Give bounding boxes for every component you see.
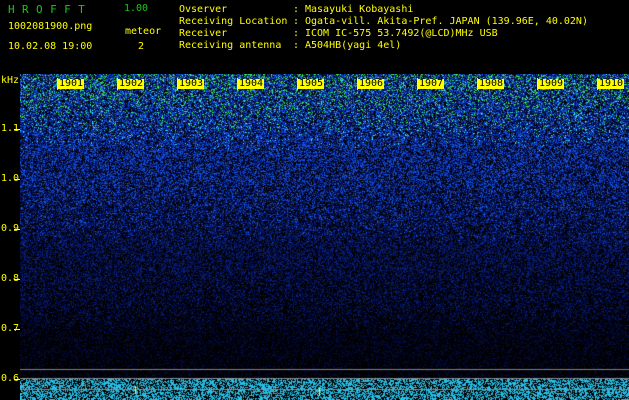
x-tick-label: 1905 — [298, 78, 325, 89]
y-tick-mark — [14, 179, 20, 180]
x-tick-label: 1907 — [418, 78, 445, 89]
x-tick-label: 1903 — [178, 78, 205, 89]
y-tick-mark — [14, 329, 20, 330]
location-label: Receiving Location — [179, 16, 288, 27]
x-tick-label: 1902 — [118, 78, 145, 89]
spectrogram-canvas — [20, 74, 629, 400]
y-tick-mark — [14, 129, 20, 130]
app-version: 1.00 — [124, 3, 149, 14]
antenna-colon: : — [293, 40, 300, 51]
antenna-label: Receiving antenna — [179, 40, 282, 51]
x-tick-label: 1909 — [538, 78, 565, 89]
x-tick-label: 1906 — [358, 78, 385, 89]
y-tick-mark — [14, 279, 20, 280]
receiver-colon: : — [293, 28, 300, 39]
observer-label: Ovserver — [179, 4, 228, 15]
x-tick-label: 1908 — [478, 78, 505, 89]
datetime-label: 10.02.08 19:00 — [8, 41, 93, 52]
y-tick-mark — [14, 229, 20, 230]
observer-value: Masayuki Kobayashi — [305, 4, 414, 15]
app-title: HROFFT — [8, 3, 93, 16]
x-tick-label: 1910 — [598, 78, 625, 89]
observer-colon: : — [293, 4, 300, 15]
meteor-label: meteor — [125, 26, 162, 37]
location-value: Ogata-vill. Akita-Pref. JAPAN (139.96E, … — [305, 16, 588, 27]
receiver-label: Receiver — [179, 28, 228, 39]
meteor-count: 2 — [138, 41, 145, 52]
y-tick-mark — [14, 379, 20, 380]
x-tick-label: 1901 — [58, 78, 85, 89]
hrofft-window: HROFFT 1.00 1002081900.png 10.02.08 19:0… — [0, 0, 629, 400]
x-tick-label: 1904 — [238, 78, 265, 89]
location-colon: : — [293, 16, 300, 27]
filename-label: 1002081900.png — [8, 21, 93, 32]
receiver-value: ICOM IC-575 53.7492(@LCD)MHz USB — [305, 28, 498, 39]
y-axis-unit: kHz — [1, 75, 20, 86]
antenna-value: A504HB(yagi 4el) — [305, 40, 402, 51]
spectrogram-area — [20, 74, 629, 400]
